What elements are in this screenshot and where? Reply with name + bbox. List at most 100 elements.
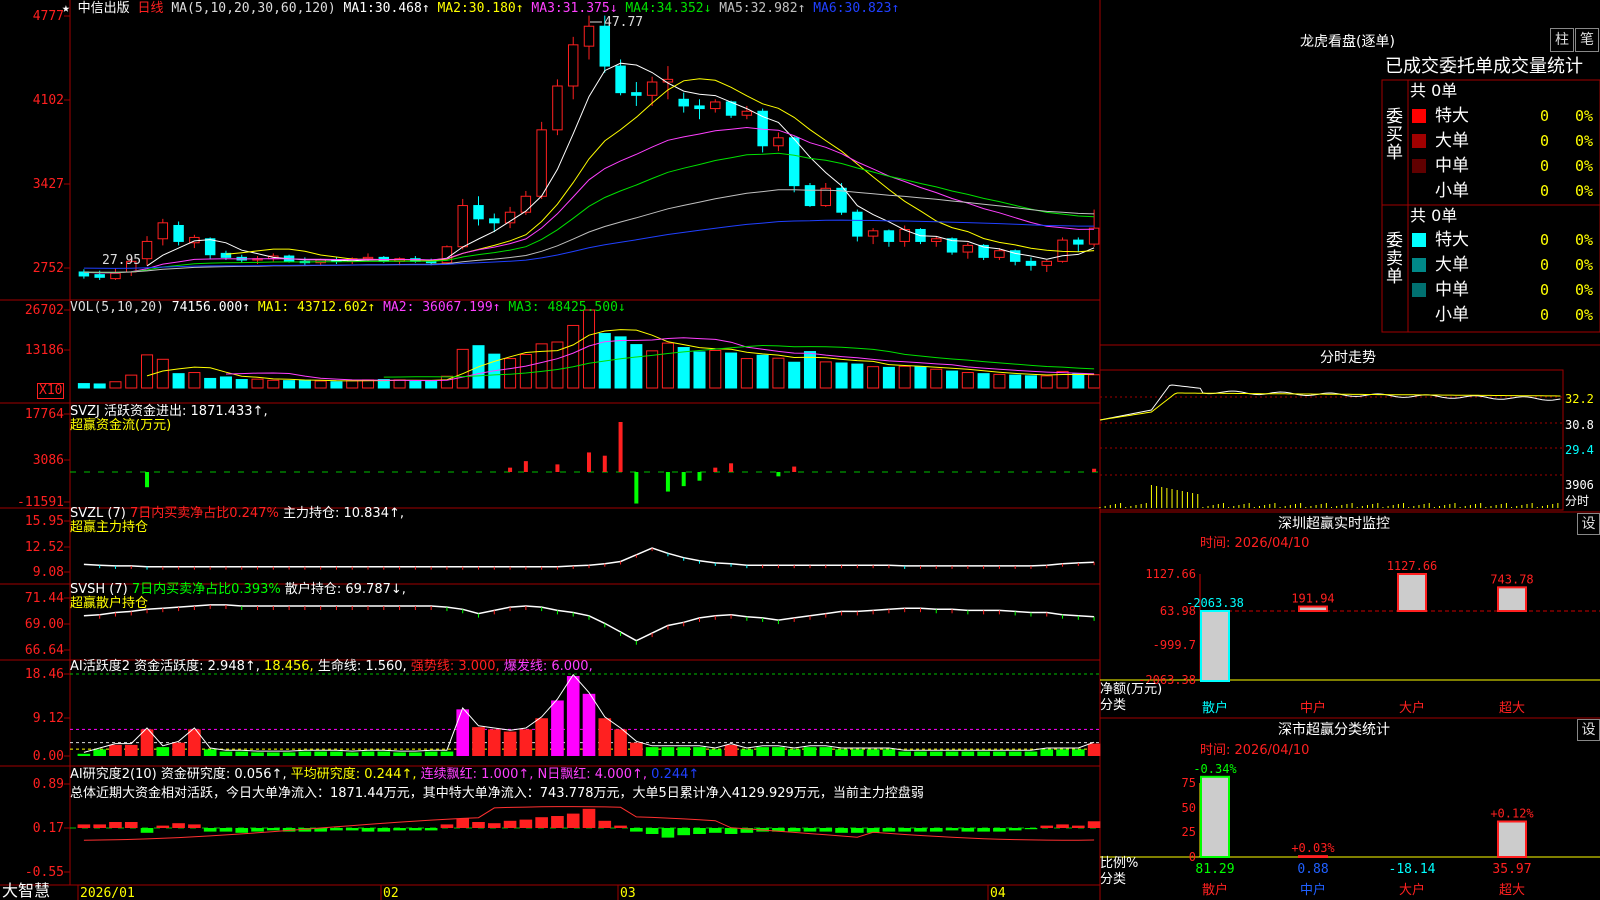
volume-bar (1040, 375, 1053, 389)
ai2-bar (645, 828, 659, 834)
candle-body (962, 244, 974, 253)
stat-row-percent: 0% (1575, 281, 1594, 299)
ai2-bar (487, 823, 501, 828)
candle-body (457, 205, 468, 248)
monitor-bar-label: 1127.66 (1387, 559, 1438, 573)
volume-bar (156, 358, 169, 389)
class-bar-value: -18.14 (1389, 862, 1436, 877)
bar-mode-button[interactable]: 柱 (1550, 28, 1574, 52)
brand-logo[interactable]: 大智慧 (2, 882, 50, 900)
candle-body (615, 65, 626, 94)
ai1-bar (1040, 749, 1054, 756)
y-tick-label: 26702 (25, 303, 64, 318)
ai1-bar (630, 742, 643, 756)
ai1-header: AI活跃度2 资金活跃度: 2.948↑, 18.456, 生命线: 1.560… (70, 660, 593, 674)
candle-body (204, 238, 216, 256)
y-tick-label: 13186 (25, 343, 64, 358)
candle-body (852, 211, 863, 237)
stock-name[interactable]: 中信出版 (78, 1, 130, 16)
ai1-bar (203, 749, 217, 756)
stat-row-percent: 0% (1575, 256, 1594, 274)
volume-bar (125, 374, 138, 389)
volume-bar (677, 347, 690, 389)
svzj-bar (665, 472, 670, 492)
ai2-bar (345, 828, 359, 831)
volume-bar (409, 380, 422, 389)
ai2-bar (535, 817, 548, 828)
stat-row-name: 小单 (1435, 305, 1469, 325)
svzl-panel: 15.95 12.52 9.08 (25, 514, 1095, 580)
x-tick-label: 2026/01 (80, 886, 135, 900)
ai2-bar (708, 828, 722, 833)
ai1-bar (93, 749, 106, 756)
ai1-d: 强势线: 3.000, (410, 659, 500, 674)
ai2-a: 资金研究度: 0.056↑, (160, 767, 287, 782)
vol-unit[interactable]: X10 (37, 383, 65, 399)
stat-row-count: 0 (1540, 107, 1550, 125)
star-icon[interactable]: ★ (62, 1, 70, 16)
low-price-label: 27.95 (102, 253, 141, 268)
stat-row-name: 中单 (1435, 156, 1469, 176)
svzl-header: SVZL (7) 7日内买卖净占比0.247% 主力持仓: 10.834↑, (70, 507, 404, 521)
x-tick-label: 03 (620, 886, 636, 900)
period-label[interactable]: 日线 (138, 1, 164, 16)
volume-bar (661, 342, 674, 389)
ai1-bar (409, 752, 422, 756)
svsh-header: SVSH (7) 7日内买卖净占比0.393% 散户持仓: 69.787↓, (70, 583, 406, 597)
monitor-bar-label: 743.78 (1490, 572, 1533, 586)
ma-line-6 (83, 219, 1095, 269)
class-bar (1200, 775, 1230, 859)
ai2-bar (1087, 821, 1101, 828)
class-bar-value: 0.88 (1297, 862, 1328, 877)
class-settings-button[interactable]: 设 (1577, 719, 1600, 741)
monitor-y-tick: -999.7 (1153, 638, 1196, 652)
volume-bar (725, 352, 738, 389)
ai1-bar (566, 676, 580, 756)
monitor-settings-button[interactable]: 设 (1577, 513, 1600, 535)
ai2-bar (1024, 828, 1038, 830)
svzl-sub: 超赢主力持仓 (70, 520, 149, 535)
candle-body (489, 218, 500, 224)
stat-color-swatch (1412, 134, 1426, 148)
ai2-bar (993, 828, 1006, 832)
kline-header: ★ 中信出版 日线 MA(5,10,20,30,60,120) MA1:30.4… (62, 2, 899, 16)
y-tick-label: 9.12 (33, 711, 64, 726)
ai2-bar (582, 808, 596, 828)
y-tick-label: 2752 (33, 261, 64, 276)
main-chart-canvas[interactable]: 2026/01 02 03 04 4777 4102 3427 2752 47.77 27.95… (0, 0, 1600, 900)
fs-title[interactable]: 分时走势 (1320, 350, 1376, 366)
volume-bar (77, 383, 90, 389)
ai2-bar (377, 828, 391, 832)
ai1-bar (1024, 751, 1038, 756)
candle-body (599, 25, 611, 67)
ai2-bar (409, 828, 422, 831)
monitor-bar (1497, 586, 1527, 612)
ai1-bar (156, 747, 170, 756)
y-tick-label: 12.52 (25, 540, 64, 555)
tick-mode-button[interactable]: 笔 (1575, 28, 1599, 52)
candle-body (110, 272, 121, 280)
ai1-bar (282, 752, 296, 756)
ai1-bar (345, 752, 359, 756)
ai1-bar (914, 751, 927, 756)
ai2-bar (1040, 825, 1054, 828)
ai1-bar (219, 751, 233, 756)
stat-row-percent: 0% (1575, 182, 1594, 200)
y-tick-label: 0.89 (33, 777, 64, 792)
ai2-bar (266, 828, 280, 831)
ma-line-4 (83, 152, 1095, 274)
svzj-bar (1092, 468, 1097, 472)
stat-row-count: 0 (1540, 182, 1550, 200)
volume-bar (567, 324, 580, 389)
stat-row-percent: 0% (1575, 231, 1594, 249)
ai1-bar (772, 747, 785, 756)
ma4-key: MA4: (625, 1, 657, 16)
ai1-bar (330, 751, 343, 756)
ai1-b: 18.456, (264, 659, 314, 674)
right-panel: 1127.6663.98-999.7-2063.38-2063.38散户191.… (1099, 79, 1600, 898)
svzj-bar (523, 461, 528, 472)
monitor-bar (1397, 573, 1427, 612)
volume-bar (882, 366, 895, 389)
vol-value: 74156.000↑ (171, 300, 251, 315)
ai2-bar (440, 824, 454, 828)
